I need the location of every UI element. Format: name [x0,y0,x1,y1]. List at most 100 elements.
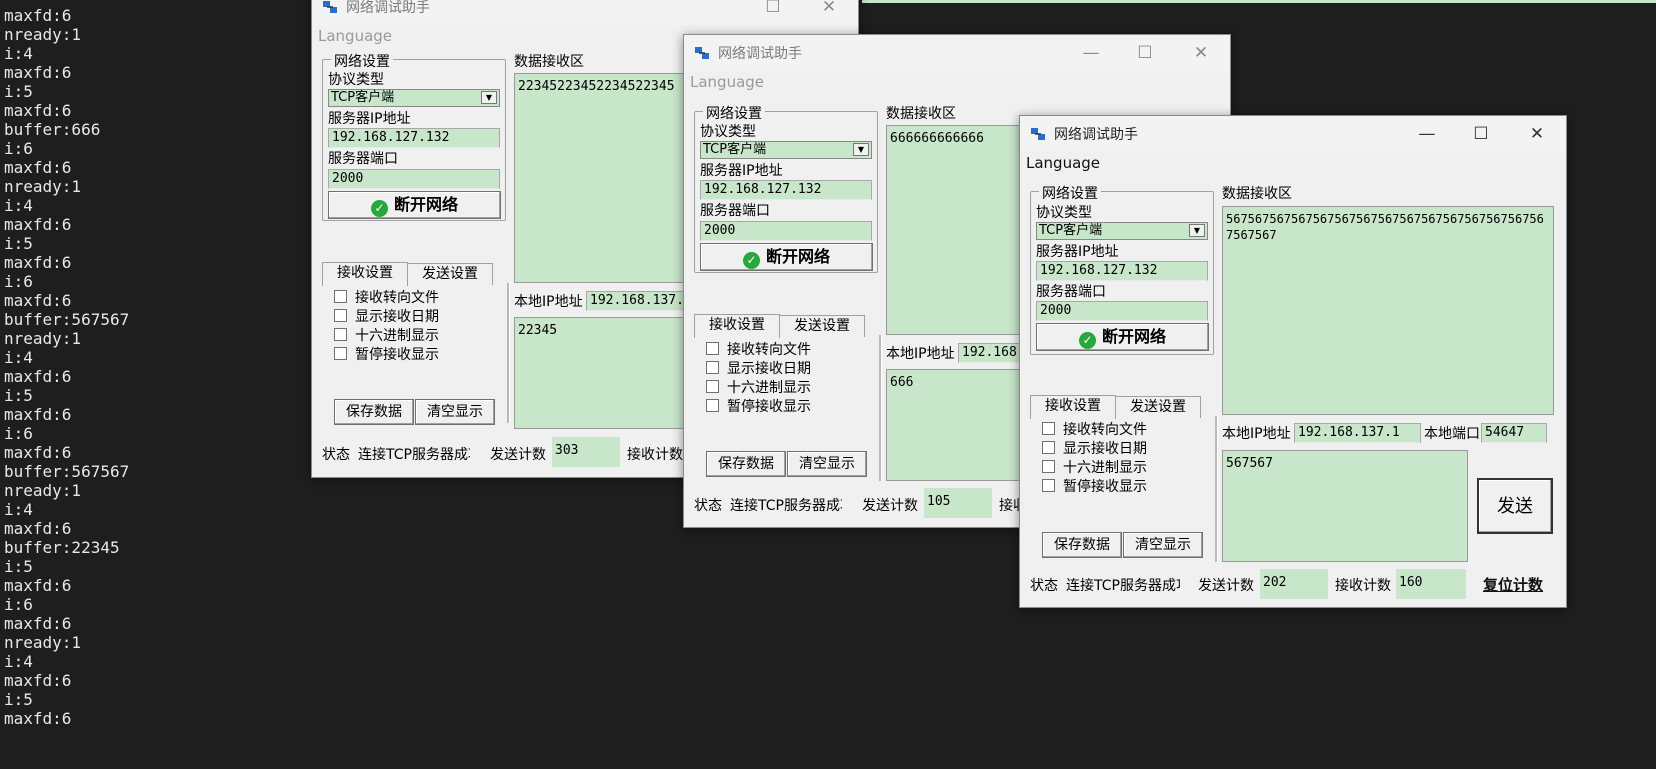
server-port-field[interactable]: 2000 [328,169,500,189]
option-label: 十六进制显示 [355,328,439,344]
server-port-label: 服务器端口 [328,151,398,167]
server-ip-field[interactable]: 192.168.127.132 [328,128,500,148]
protocol-select[interactable]: TCP客户端 ▼ [328,89,500,107]
title-bar[interactable]: 网络调试助手 — ☐ ✕ [684,35,1230,71]
terminal-line: maxfd:6 [4,63,72,82]
disconnect-button[interactable]: ✓ 断开网络 [1036,323,1209,351]
send-count-field: 202 [1260,569,1328,599]
checkbox[interactable] [334,290,347,303]
local-ip-field[interactable]: 192.168.137.1 [1294,423,1421,443]
checkbox[interactable] [1042,422,1055,435]
menu-language[interactable]: Language [318,27,392,45]
disconnect-button[interactable]: ✓ 断开网络 [328,191,501,219]
terminal-line: i:5 [4,82,33,101]
terminal-line: nready:1 [4,633,82,652]
terminal-line: maxfd:6 [4,671,72,690]
save-data-button[interactable]: 保存数据 [706,451,786,477]
save-data-button[interactable]: 保存数据 [1042,532,1122,558]
settings-tabs: 接收设置 发送设置 [322,262,512,286]
option-label: 十六进制显示 [1063,460,1147,476]
status-text: 连接TCP服务器成功 [1066,578,1180,594]
checkbox[interactable] [706,399,719,412]
clear-display-button[interactable]: 清空显示 [1123,532,1203,558]
maximize-button[interactable]: ☐ [1122,35,1168,71]
checkbox[interactable] [706,342,719,355]
terminal-line: buffer:567567 [4,310,130,329]
terminal-line: i:6 [4,139,33,158]
status-text: 连接TCP服务器成功 [730,498,842,514]
terminal-line: i:4 [4,196,33,215]
checkbox[interactable] [706,380,719,393]
recv-area[interactable]: 5675675675675675675675675675675675675675… [1222,206,1554,415]
settings-tabs: 接收设置 发送设置 [694,314,884,338]
terminal-line: i:4 [4,348,33,367]
checkbox[interactable] [706,361,719,374]
tab-send-settings[interactable]: 发送设置 [1115,396,1201,418]
server-port-field[interactable]: 2000 [1036,301,1208,321]
protocol-value: TCP客户端 [331,90,395,105]
minimize-button[interactable]: — [1068,35,1114,71]
option-label: 接收转向文件 [727,342,811,358]
terminal-line: maxfd:6 [4,709,72,728]
minimize-button[interactable]: — [1404,116,1450,152]
terminal-line: maxfd:6 [4,253,72,272]
clear-display-button[interactable]: 清空显示 [787,451,867,477]
title-bar[interactable]: 网络调试助手 ☐ ✕ [312,0,858,25]
checkbox[interactable] [1042,479,1055,492]
recv-area-label: 数据接收区 [886,106,956,122]
send-count-label: 发送计数 [862,498,918,514]
menu-language[interactable]: Language [690,73,764,91]
send-count-label: 发送计数 [490,447,546,463]
close-button[interactable]: ✕ [1514,116,1560,152]
reset-count-button[interactable]: 复位计数 [1483,574,1543,595]
send-button[interactable]: 发送 [1477,478,1553,534]
recv-count-field: 160 [1396,569,1466,599]
protocol-select[interactable]: TCP客户端 ▼ [1036,222,1208,240]
server-ip-field[interactable]: 192.168.127.132 [700,180,872,200]
tab-send-settings[interactable]: 发送设置 [779,315,865,337]
terminal-line: nready:1 [4,329,82,348]
disconnect-button[interactable]: ✓ 断开网络 [700,243,873,271]
tab-recv-settings[interactable]: 接收设置 [1030,395,1116,419]
network-settings-legend: 网络设置 [1039,183,1101,203]
maximize-button[interactable]: ☐ [750,0,796,25]
terminal-line: i:6 [4,272,33,291]
terminal-line: i:4 [4,44,33,63]
checkbox[interactable] [334,328,347,341]
checkbox[interactable] [334,347,347,360]
server-ip-label: 服务器IP地址 [700,163,783,179]
protocol-type-label: 协议类型 [1036,205,1092,221]
server-port-field[interactable]: 2000 [700,221,872,241]
title-bar[interactable]: 网络调试助手 — ☐ ✕ [1020,116,1566,152]
menu-language[interactable]: Language [1026,154,1100,172]
checkbox[interactable] [334,309,347,322]
chevron-down-icon[interactable]: ▼ [1189,224,1205,237]
checkbox[interactable] [1042,441,1055,454]
recv-count-label: 接收计数 [627,447,683,463]
close-button[interactable]: ✕ [1178,35,1224,71]
protocol-select[interactable]: TCP客户端 ▼ [700,141,872,159]
maximize-button[interactable]: ☐ [1458,116,1504,152]
server-ip-field[interactable]: 192.168.127.132 [1036,261,1208,281]
clear-display-button[interactable]: 清空显示 [415,399,495,425]
send-area[interactable]: 567567 [1222,450,1468,562]
checkbox[interactable] [1042,460,1055,473]
server-port-label: 服务器端口 [1036,284,1106,300]
terminal-line: i:4 [4,652,33,671]
terminal-line: maxfd:6 [4,576,72,595]
status-label: 状态 [694,498,722,514]
tab-recv-settings[interactable]: 接收设置 [694,314,780,338]
terminal-line: maxfd:6 [4,519,72,538]
terminal-line: i:6 [4,424,33,443]
divider [507,283,510,423]
chevron-down-icon[interactable]: ▼ [853,143,869,156]
option-label: 显示接收日期 [727,361,811,377]
tab-send-settings[interactable]: 发送设置 [407,263,493,285]
close-button[interactable]: ✕ [806,0,852,25]
local-port-field[interactable]: 54647 [1481,423,1547,443]
protocol-value: TCP客户端 [703,142,767,157]
save-data-button[interactable]: 保存数据 [334,399,414,425]
tab-recv-settings[interactable]: 接收设置 [322,262,408,286]
terminal-line: maxfd:6 [4,405,72,424]
chevron-down-icon[interactable]: ▼ [481,91,497,104]
